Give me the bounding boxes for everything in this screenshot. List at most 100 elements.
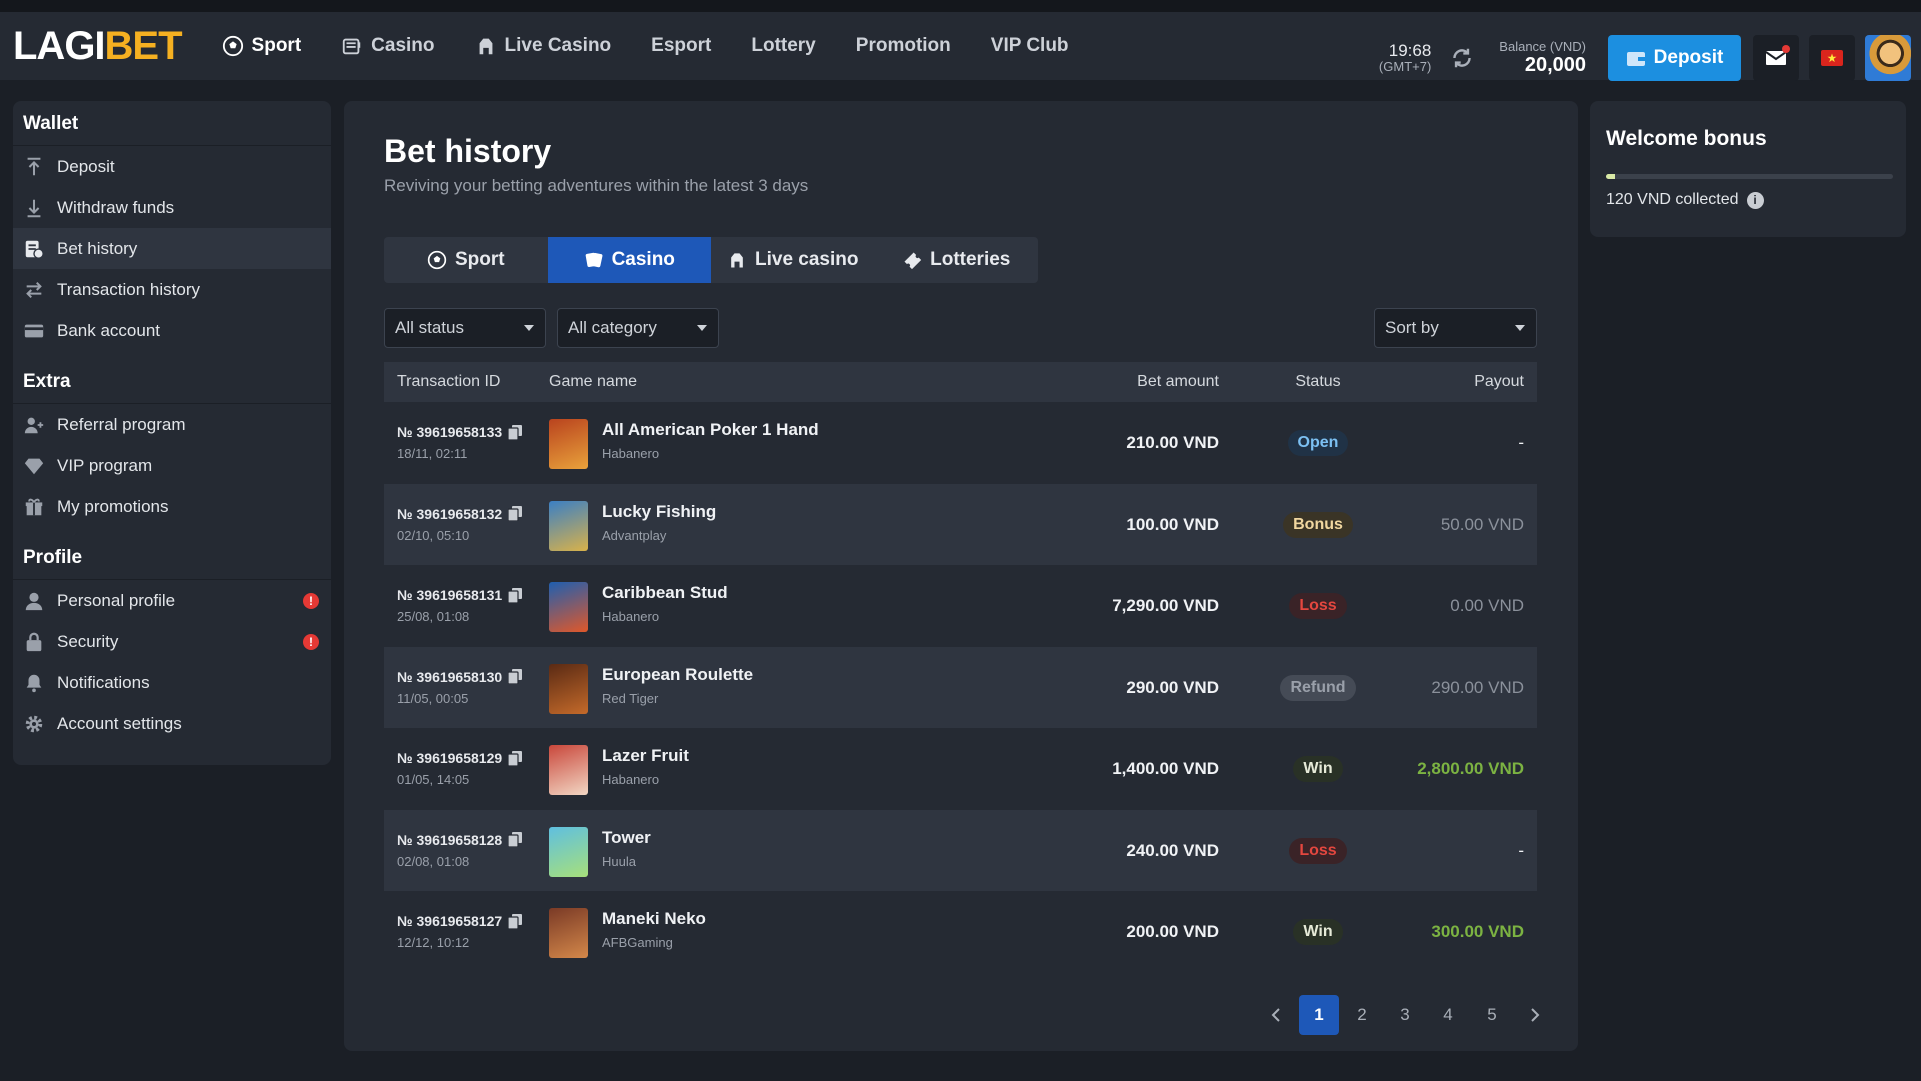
- game-thumbnail[interactable]: [549, 500, 588, 551]
- nav-promotion[interactable]: Promotion: [856, 35, 951, 57]
- copy-icon[interactable]: [508, 587, 523, 603]
- swap-icon: [26, 281, 42, 298]
- tab-label: Sport: [454, 249, 505, 270]
- game-name[interactable]: Lazer Fruit: [602, 746, 689, 766]
- sidebar-heading-profile: Profile: [13, 545, 331, 580]
- game-name[interactable]: Tower: [602, 828, 651, 848]
- transaction-date: 12/12, 10:12: [397, 935, 470, 950]
- tab-lotteries[interactable]: Lotteries: [875, 237, 1039, 283]
- slot-machine-icon: [342, 38, 361, 55]
- gear-icon: [25, 715, 43, 732]
- game-thumbnail[interactable]: [549, 908, 588, 958]
- copy-icon[interactable]: [508, 832, 523, 847]
- game-name[interactable]: Maneki Neko: [602, 909, 706, 929]
- balance-value: 20,000: [1524, 54, 1586, 77]
- tab-casino[interactable]: Casino: [547, 237, 711, 283]
- transaction-id-cell: № 39619658131 25/08, 01:08: [397, 587, 523, 624]
- refresh-icon[interactable]: [1449, 45, 1475, 71]
- copy-icon[interactable]: [508, 669, 523, 684]
- game-cell: Lucky Fishing Advantplay: [602, 502, 716, 543]
- copy-icon[interactable]: [508, 506, 523, 521]
- sidebar-item-my-promotions[interactable]: My promotions: [13, 486, 331, 527]
- sidebar-item-label: Personal profile: [57, 590, 176, 610]
- nav-esport[interactable]: Esport: [651, 35, 711, 57]
- page-5-button[interactable]: 5: [1472, 995, 1512, 1035]
- info-icon[interactable]: i: [1746, 191, 1764, 209]
- top-bar: LAGI BET Sport Casino Live Casino Esport …: [0, 0, 1921, 81]
- transaction-id-text: № 39619658127: [397, 913, 503, 929]
- sidebar-item-vip-program[interactable]: VIP program: [13, 445, 331, 486]
- status-cell: Loss: [1281, 592, 1355, 620]
- column-status: Status: [1295, 373, 1341, 390]
- table-row[interactable]: № 39619658130 11/05, 00:05 European Roulet…: [384, 646, 1537, 728]
- nav-vip-club[interactable]: VIP Club: [991, 35, 1069, 57]
- deposit-button[interactable]: Deposit: [1608, 35, 1741, 81]
- welcome-bonus-collected: 120 VND collected i: [1606, 191, 1764, 209]
- transaction-id-cell: № 39619658133 18/11, 02:11: [397, 424, 523, 461]
- nav-sport[interactable]: Sport: [222, 35, 301, 57]
- table-row[interactable]: № 39619658133 18/11, 02:11 All American Po…: [384, 402, 1537, 484]
- prev-page-button[interactable]: [1256, 995, 1296, 1035]
- status-badge: Win: [1293, 919, 1343, 945]
- game-thumbnail[interactable]: [549, 826, 588, 877]
- table-row[interactable]: № 39619658128 02/08, 01:08 Tower Huula 240.0…: [384, 809, 1537, 891]
- status-filter-select[interactable]: All status: [384, 308, 546, 348]
- welcome-bonus-progress-fill: [1606, 174, 1615, 179]
- sidebar-item-withdraw-funds[interactable]: Withdraw funds: [13, 187, 331, 228]
- column-transaction-id: Transaction ID: [397, 373, 501, 390]
- sidebar-item-label: Account settings: [57, 713, 182, 733]
- sidebar-item-personal-profile[interactable]: Personal profile !: [13, 580, 331, 621]
- game-thumbnail[interactable]: [549, 582, 588, 632]
- game-name[interactable]: All American Poker 1 Hand: [602, 420, 819, 440]
- add-user-icon: [24, 417, 44, 433]
- game-name[interactable]: European Roulette: [602, 665, 753, 685]
- game-thumbnail[interactable]: [549, 419, 588, 469]
- caret-down-icon: [1515, 325, 1525, 331]
- tab-sport[interactable]: Sport: [384, 237, 548, 283]
- transaction-date: 11/05, 00:05: [397, 690, 469, 706]
- table-row[interactable]: № 39619658129 01/05, 14:05 Lazer Fruit Haba…: [384, 728, 1537, 810]
- avatar[interactable]: [1865, 35, 1911, 81]
- mail-button[interactable]: [1753, 35, 1799, 81]
- payout: -: [1518, 840, 1524, 860]
- tab-label: Lotteries: [930, 249, 1011, 270]
- sidebar-item-bet-history[interactable]: Bet history: [13, 228, 331, 269]
- page-4-button[interactable]: 4: [1428, 995, 1468, 1035]
- status-badge: Win: [1293, 756, 1343, 782]
- sidebar-item-security[interactable]: Security !: [13, 621, 331, 662]
- sidebar-heading-extra: Extra: [13, 369, 331, 404]
- game-name[interactable]: Caribbean Stud: [602, 583, 728, 603]
- payout: 0.00 VND: [1450, 596, 1524, 615]
- table-row[interactable]: № 39619658131 25/08, 01:08 Caribbean Stud H…: [384, 565, 1537, 647]
- sidebar-item-referral-program[interactable]: Referral program: [13, 404, 331, 445]
- sort-select[interactable]: Sort by: [1374, 308, 1537, 348]
- copy-icon[interactable]: [508, 750, 523, 766]
- status-cell: Bonus: [1281, 511, 1355, 539]
- sidebar-item-account-settings[interactable]: Account settings: [13, 703, 331, 744]
- game-name[interactable]: Lucky Fishing: [602, 502, 716, 522]
- sidebar-item-transaction-history[interactable]: Transaction history: [13, 269, 331, 310]
- status-filter-value: All status: [395, 318, 464, 337]
- game-thumbnail[interactable]: [549, 745, 588, 795]
- game-thumbnail[interactable]: [549, 663, 588, 714]
- copy-icon[interactable]: [508, 424, 523, 440]
- page-3-button[interactable]: 3: [1385, 995, 1425, 1035]
- nav-casino[interactable]: Casino: [341, 35, 435, 57]
- table-row[interactable]: № 39619658132 02/10, 05:10 Lucky Fishing Ad…: [384, 483, 1537, 565]
- status-badge: Refund: [1280, 674, 1356, 701]
- language-button[interactable]: [1809, 35, 1855, 81]
- sidebar-item-notifications[interactable]: Notifications: [13, 662, 331, 703]
- status-badge: Loss: [1289, 593, 1347, 619]
- sidebar-item-bank-account[interactable]: Bank account: [13, 310, 331, 351]
- tab-live-casino[interactable]: Live casino: [711, 237, 875, 283]
- page-2-button[interactable]: 2: [1342, 995, 1382, 1035]
- nav-lottery[interactable]: Lottery: [751, 35, 815, 57]
- table-row[interactable]: № 39619658127 12/12, 10:12 Maneki Neko AFBG…: [384, 891, 1537, 973]
- page-1-button[interactable]: 1: [1299, 995, 1339, 1035]
- logo[interactable]: LAGI BET: [13, 24, 183, 69]
- nav-live-casino[interactable]: Live Casino: [475, 35, 611, 57]
- next-page-button[interactable]: [1515, 995, 1555, 1035]
- sidebar-item-deposit[interactable]: Deposit: [13, 146, 331, 187]
- copy-icon[interactable]: [508, 913, 523, 929]
- category-filter-select[interactable]: All category: [557, 308, 719, 348]
